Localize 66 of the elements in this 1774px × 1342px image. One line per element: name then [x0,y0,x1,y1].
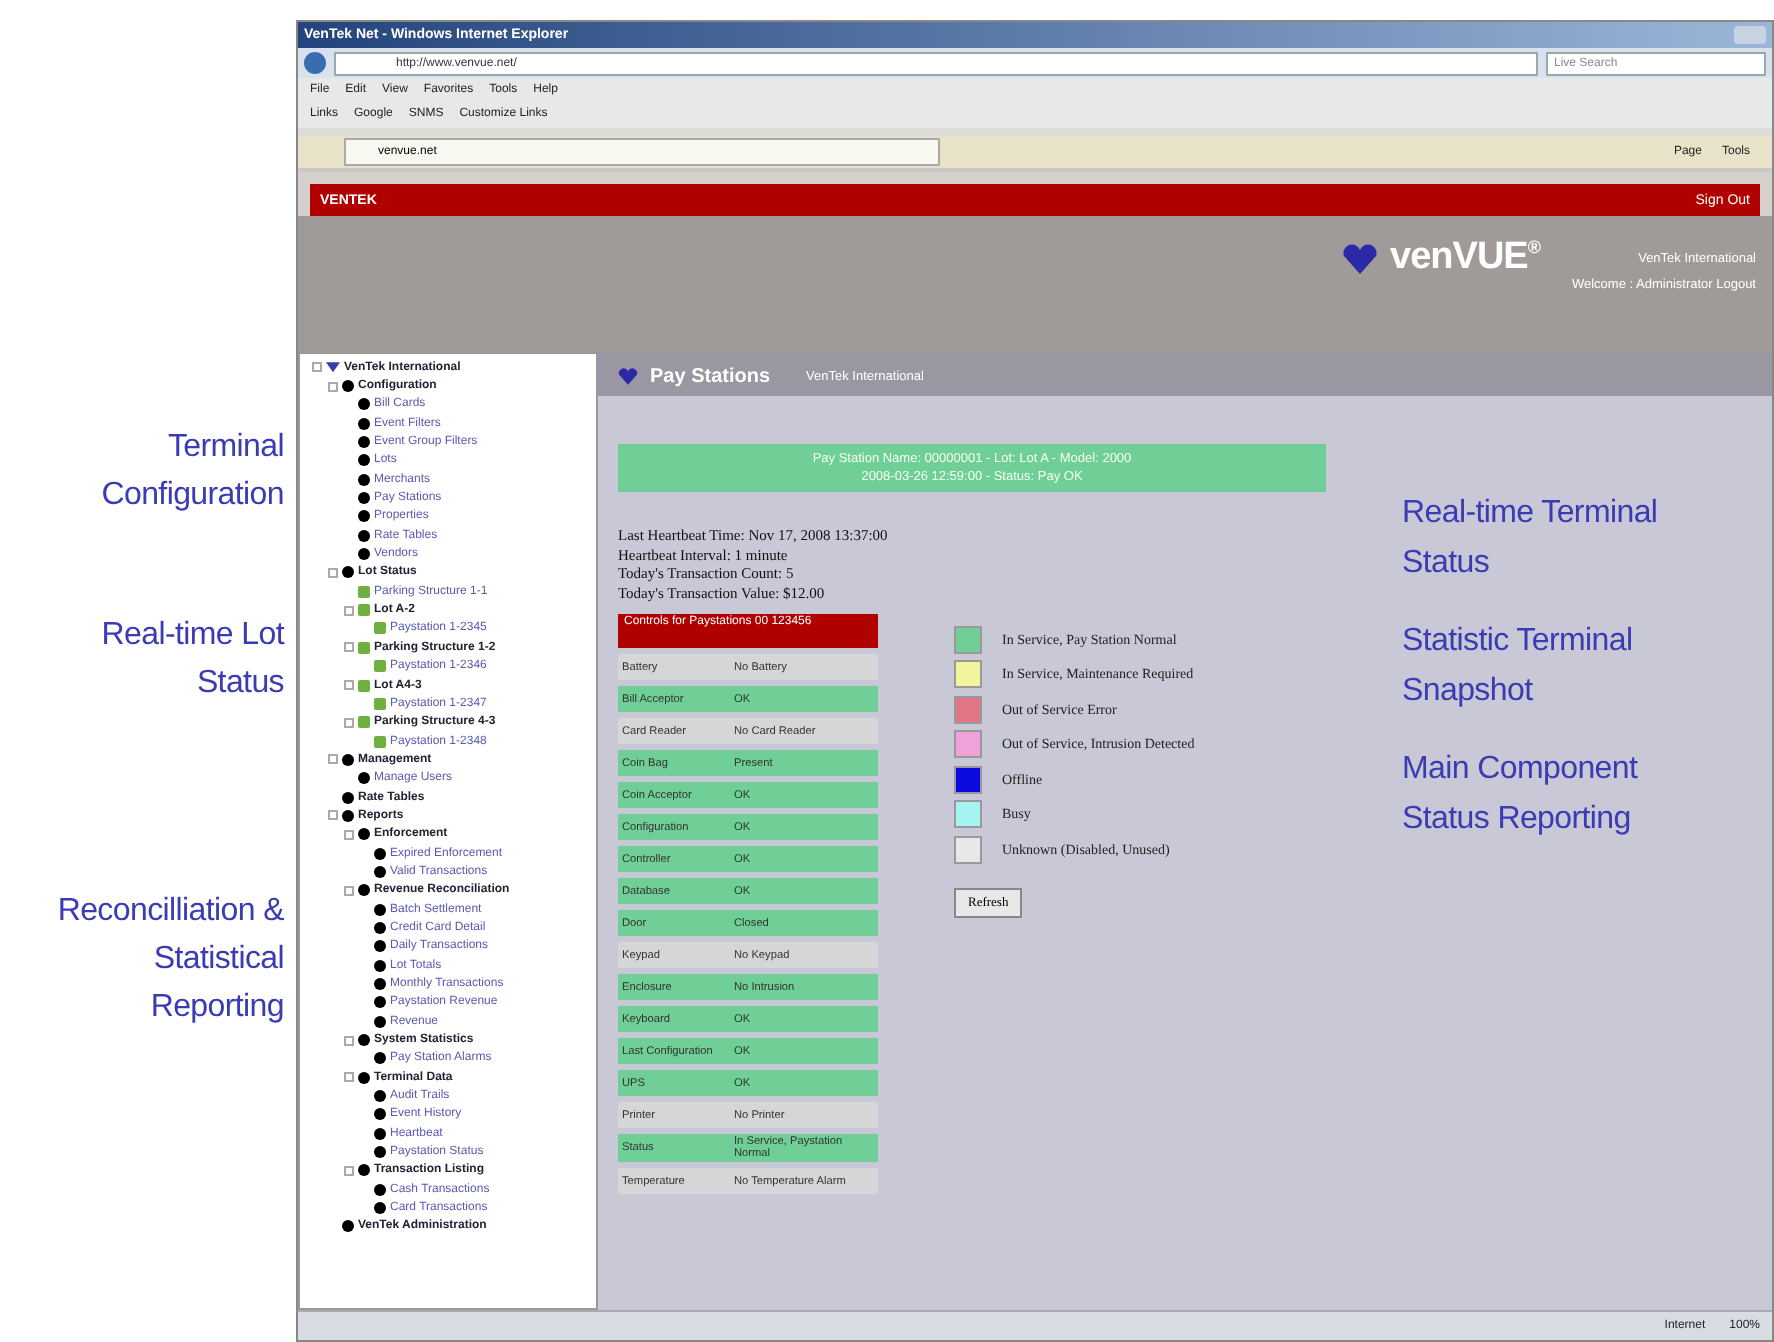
bullet-icon [374,1015,386,1028]
bullet-icon [374,978,386,991]
bullet-icon [374,622,386,635]
annotation-label: Main Component Status Reporting [1402,750,1640,840]
collapse-icon[interactable] [344,885,354,896]
bullet-icon [358,884,370,897]
bullet-icon [358,1034,370,1047]
annotation-label: Terminal Configuration [99,428,284,516]
collapse-icon[interactable] [344,1072,354,1083]
bullet-icon [358,473,370,486]
bullet-icon [358,772,370,785]
annotation-label: Real-time Lot Status [99,616,284,704]
bullet-icon [358,1164,370,1177]
bullet-icon [358,604,370,617]
bullet-icon [358,828,370,841]
bullet-icon [358,679,370,692]
bullet-icon [358,417,370,430]
bullet-icon [342,809,354,822]
annotation-label: Reconcilliation & Statistical Reporting [55,892,284,1028]
bullet-icon [374,940,386,953]
bullet-icon [374,735,386,748]
bullet-icon [358,529,370,542]
bullet-icon [374,1202,386,1215]
bullet-icon [342,380,354,393]
bullet-icon [374,1108,386,1121]
bullet-icon [342,753,354,766]
collapse-icon[interactable] [344,642,354,653]
bullet-icon [358,436,370,449]
heart-logo-icon [1342,244,1379,276]
bullet-icon [374,1183,386,1196]
bullet-icon [358,492,370,505]
collapse-icon[interactable] [328,754,338,765]
bullet-icon [358,510,370,523]
page-title: Pay Stations [650,365,771,387]
collapse-icon[interactable] [344,605,354,616]
bullet-icon [374,660,386,673]
collapse-icon[interactable] [344,1165,354,1176]
bullet-icon [374,996,386,1009]
collapse-icon[interactable] [344,1035,354,1046]
bullet-icon [374,1127,386,1140]
bullet-icon [374,1052,386,1065]
bullet-icon [374,921,386,934]
bullet-icon [358,641,370,654]
collapse-icon[interactable] [344,680,354,691]
bullet-icon [374,903,386,916]
logo-text: venVUE$^{®}$ [1390,236,1540,280]
bullet-icon [342,791,354,804]
collapse-icon[interactable] [344,717,354,728]
bullet-icon [342,566,354,579]
bullet-icon [358,1071,370,1084]
collapse-icon[interactable] [328,567,338,578]
heart-icon [618,367,638,385]
bullet-icon [358,548,370,561]
bullet-icon [342,1220,354,1233]
bullet-icon [358,398,370,411]
bullet-icon [374,697,386,710]
bullet-icon [374,865,386,878]
bullet-icon [374,847,386,860]
bullet-icon [374,1090,386,1103]
bullet-icon [358,454,370,467]
bullet-icon [374,959,386,972]
annotation-label: Statistic Terminal Snapshot [1402,622,1635,712]
bullet-icon [358,716,370,729]
bullet-icon [374,1146,386,1159]
annotation-label: Real-time Terminal Status [1402,494,1660,584]
bullet-icon [358,585,370,598]
